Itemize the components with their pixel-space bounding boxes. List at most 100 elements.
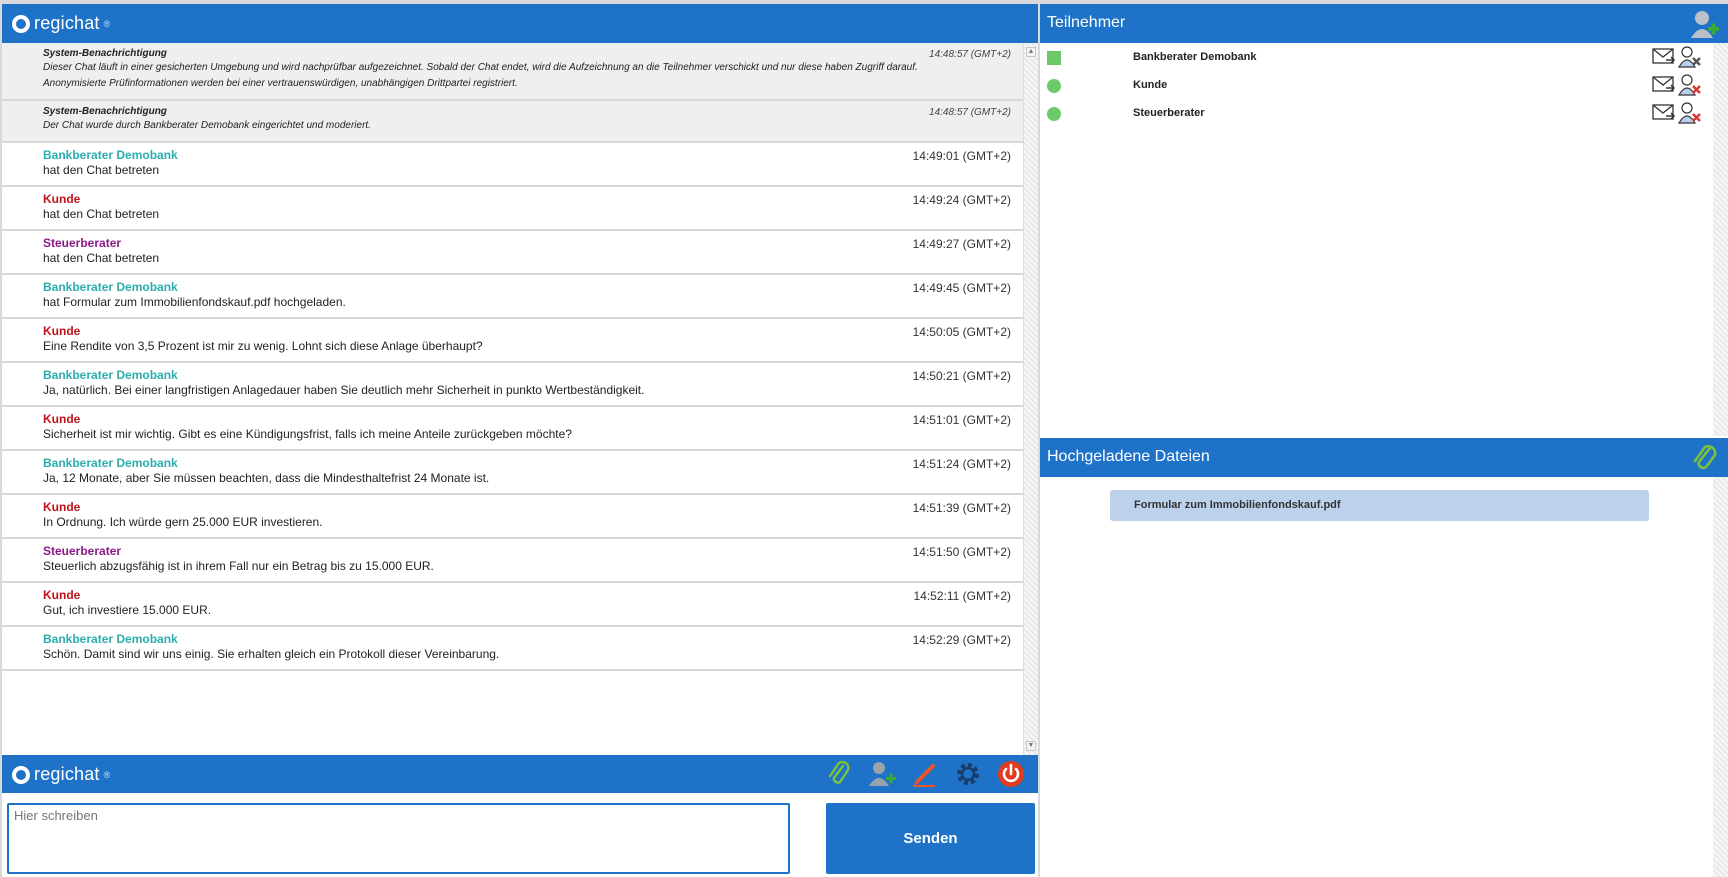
chat-message: Kunde hat den Chat betreten 14:49:24 (GM… <box>2 187 1023 231</box>
files-header: Hochgeladene Dateien <box>1040 438 1728 477</box>
chat-message: Steuerberater Steuerlich abzugsfähig ist… <box>2 539 1023 583</box>
gear-icon[interactable] <box>953 759 983 789</box>
chat-message: Kunde In Ordnung. Ich würde gern 25.000 … <box>2 495 1023 539</box>
message-sender: Kunde <box>43 500 81 514</box>
message-sender: Bankberater Demobank <box>43 368 178 382</box>
message-text: hat den Chat betreten <box>43 251 160 265</box>
participant-row: Kunde <box>1040 71 1713 99</box>
message-sender: Kunde <box>43 588 81 602</box>
logo-text: regichat <box>34 13 100 33</box>
participant-actions <box>1652 74 1702 96</box>
regichat-logo-footer: regichat ® <box>12 764 110 785</box>
message-sender: Kunde <box>43 192 81 206</box>
message-text: hat den Chat betreten <box>43 163 160 177</box>
message-time: 14:52:11 (GMT+2) <box>913 589 1012 603</box>
chat-message: Bankberater Demobank Ja, 12 Monate, aber… <box>2 451 1023 495</box>
message-time: 14:49:45 (GMT+2) <box>912 281 1011 295</box>
add-participant-icon[interactable] <box>1690 9 1720 39</box>
chat-panel: regichat ® System-Benachrichtigung 14:48:… <box>2 4 1038 877</box>
participants-header: Teilnehmer <box>1040 4 1728 43</box>
message-time: 14:51:39 (GMT+2) <box>912 501 1011 515</box>
chat-message: Bankberater Demobank hat den Chat betret… <box>2 143 1023 187</box>
chat-message: Bankberater Demobank hat Formular zum Im… <box>2 275 1023 319</box>
file-list: Formular zum Immobilienfondskauf.pdf <box>1040 477 1713 877</box>
app-frame: regichat ® System-Benachrichtigung 14:48:… <box>0 0 1728 877</box>
send-button[interactable]: Senden <box>826 803 1035 874</box>
chat-message: Bankberater Demobank Schön. Damit sind w… <box>2 627 1023 671</box>
chat-message: Kunde Gut, ich investiere 15.000 EUR. 14… <box>2 583 1023 627</box>
scroll-up-arrow-icon[interactable]: ▲ <box>1026 47 1036 57</box>
remove-participant-icon[interactable] <box>1678 102 1702 124</box>
message-sender: Kunde <box>43 324 81 338</box>
remove-participant-icon[interactable] <box>1678 74 1702 96</box>
uploaded-file-item[interactable]: Formular zum Immobilienfondskauf.pdf <box>1110 490 1649 521</box>
participant-row: Steuerberater <box>1040 99 1713 127</box>
system-message-text: Anonymisierte Prüfinformationen werden b… <box>43 78 518 89</box>
system-message-time: 14:48:57 (GMT+2) <box>929 49 1011 60</box>
send-transcript-mail-icon[interactable] <box>1652 74 1676 96</box>
message-text: Eine Rendite von 3,5 Prozent ist mir zu … <box>43 339 483 353</box>
message-time: 14:51:24 (GMT+2) <box>912 457 1011 471</box>
chat-message: Steuerberater hat den Chat betreten 14:4… <box>2 231 1023 275</box>
online-status-icon <box>1047 51 1061 65</box>
system-message: System-Benachrichtigung 14:48:57 (GMT+2)… <box>2 43 1023 101</box>
message-sender: Bankberater Demobank <box>43 148 178 162</box>
message-sender: Bankberater Demobank <box>43 456 178 470</box>
scroll-down-arrow-icon[interactable]: ▼ <box>1026 741 1036 751</box>
participants-title: Teilnehmer <box>1047 14 1126 31</box>
participant-actions <box>1652 46 1702 68</box>
participants-scrollbar[interactable] <box>1713 43 1728 436</box>
add-user-icon[interactable] <box>867 759 897 789</box>
paperclip-icon[interactable] <box>824 759 854 789</box>
message-time: 14:50:05 (GMT+2) <box>912 325 1011 339</box>
files-scrollbar[interactable] <box>1713 477 1728 877</box>
chat-message: Kunde Sicherheit ist mir wichtig. Gibt e… <box>2 407 1023 451</box>
send-transcript-mail-icon[interactable] <box>1652 46 1676 68</box>
chat-header: regichat ® <box>2 4 1038 43</box>
remove-participant-icon[interactable] <box>1678 46 1702 68</box>
compose-area: Senden <box>2 793 1038 877</box>
message-time: 14:49:01 (GMT+2) <box>912 149 1011 163</box>
system-message-time: 14:48:57 (GMT+2) <box>929 107 1011 118</box>
chat-message: Bankberater Demobank Ja, natürlich. Bei … <box>2 363 1023 407</box>
message-text: Gut, ich investiere 15.000 EUR. <box>43 603 212 617</box>
message-text: In Ordnung. Ich würde gern 25.000 EUR in… <box>43 515 323 529</box>
message-text: Schön. Damit sind wir uns einig. Sie erh… <box>43 647 500 661</box>
chat-message: Kunde Eine Rendite von 3,5 Prozent ist m… <box>2 319 1023 363</box>
message-time: 14:51:01 (GMT+2) <box>912 413 1011 427</box>
message-sender: Bankberater Demobank <box>43 632 178 646</box>
message-input[interactable] <box>7 803 790 874</box>
message-text: Ja, 12 Monate, aber Sie müssen beachten,… <box>43 471 490 485</box>
logo-mark-icon <box>12 765 30 784</box>
logo-mark-icon <box>12 14 30 33</box>
system-message-title: System-Benachrichtigung <box>43 106 167 117</box>
chat-toolbar: regichat ® <box>2 755 1038 793</box>
message-sender: Bankberater Demobank <box>43 280 178 294</box>
message-text: Ja, natürlich. Bei einer langfristigen A… <box>43 383 645 397</box>
send-transcript-mail-icon[interactable] <box>1652 102 1676 124</box>
logo-registered-mark: ® <box>103 769 111 780</box>
files-title: Hochgeladene Dateien <box>1047 448 1210 465</box>
message-time: 14:49:27 (GMT+2) <box>912 237 1011 251</box>
power-icon[interactable] <box>996 759 1026 789</box>
message-time: 14:52:29 (GMT+2) <box>912 633 1011 647</box>
message-text: Steuerlich abzugsfähig ist in ihrem Fall… <box>43 559 434 573</box>
paperclip-icon <box>1693 444 1717 470</box>
message-list: System-Benachrichtigung 14:48:57 (GMT+2)… <box>2 43 1023 755</box>
message-time: 14:49:24 (GMT+2) <box>912 193 1011 207</box>
message-scrollbar[interactable]: ▲ ▼ <box>1023 43 1038 755</box>
message-text: Sicherheit ist mir wichtig. Gibt es eine… <box>43 427 572 441</box>
participant-name: Kunde <box>1133 79 1168 91</box>
message-text: hat den Chat betreten <box>43 207 160 221</box>
message-time: 14:50:21 (GMT+2) <box>912 369 1011 383</box>
system-message-title: System-Benachrichtigung <box>43 48 167 59</box>
participant-row: Bankberater Demobank <box>1040 43 1713 71</box>
system-message-text: Der Chat wurde durch Bankberater Demoban… <box>43 120 371 131</box>
message-sender: Kunde <box>43 412 81 426</box>
participant-actions <box>1652 102 1702 124</box>
pen-icon[interactable] <box>910 759 940 789</box>
system-message: System-Benachrichtigung 14:48:57 (GMT+2)… <box>2 101 1023 143</box>
toolbar-tools <box>824 759 1026 789</box>
online-status-icon <box>1047 107 1061 121</box>
regichat-logo: regichat ® <box>12 13 110 34</box>
